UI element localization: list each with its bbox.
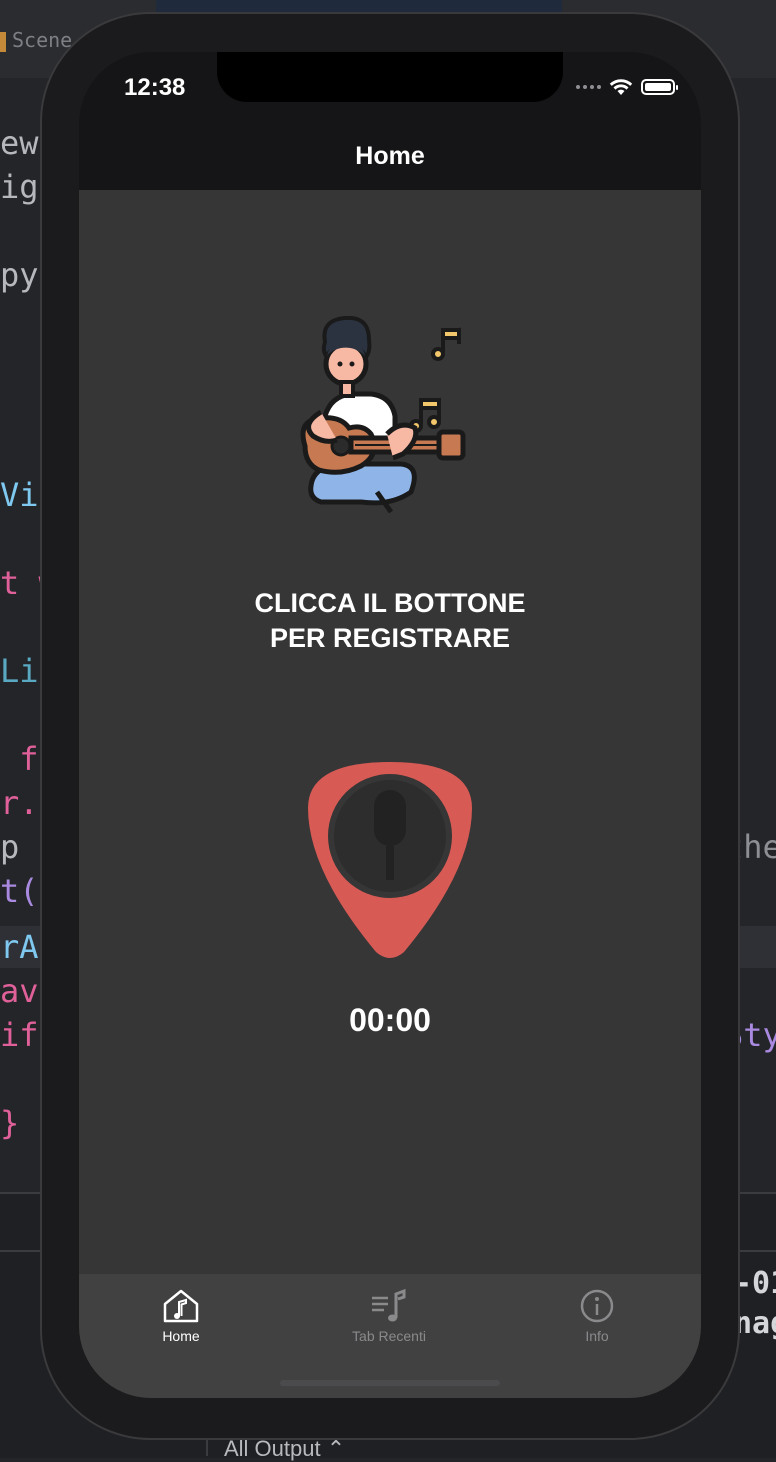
instruction-line-2: PER REGISTRARE <box>269 623 511 653</box>
tab-info-label: Info <box>585 1328 609 1344</box>
recording-timer: 00:00 <box>349 1002 431 1038</box>
tab-recenti-label: Tab Recenti <box>352 1328 426 1344</box>
tab-recenti[interactable]: Tab Recenti <box>319 1288 459 1344</box>
info-icon <box>580 1289 614 1323</box>
code-line: py <box>0 256 39 294</box>
scene-tab-label: Scene <box>12 28 73 52</box>
instruction-line-1: CLICCA IL BOTTONE <box>254 588 526 618</box>
navigation-bar: 12:38 Home <box>79 52 701 190</box>
wifi-icon <box>609 79 633 95</box>
tab-bar: Home Tab Recenti Info <box>79 1274 701 1398</box>
tab-info[interactable]: Info <box>527 1288 667 1344</box>
status-time: 12:38 <box>124 74 186 101</box>
tab-home-label: Home <box>162 1328 200 1344</box>
home-content: CLICCA IL BOTTONE PER REGISTRARE 00:00 <box>79 190 701 1274</box>
record-button[interactable] <box>306 760 474 960</box>
battery-icon <box>641 79 678 95</box>
status-indicators <box>576 78 678 96</box>
record-instruction: CLICCA IL BOTTONE PER REGISTRARE <box>79 586 701 656</box>
home-music-icon <box>163 1289 199 1323</box>
guitar-player-illustration <box>300 316 466 514</box>
tab-home[interactable]: Home <box>111 1288 251 1344</box>
code-line: if <box>0 1016 39 1054</box>
music-list-icon <box>372 1288 406 1322</box>
console-text: -01 <box>734 1266 776 1301</box>
scene-tab[interactable]: Scene <box>0 28 72 52</box>
home-indicator <box>280 1380 500 1386</box>
signal-icon <box>576 85 601 89</box>
console-text: nag <box>734 1306 776 1341</box>
notch <box>217 52 563 102</box>
phone-screen: 12:38 Home CLICCA IL BOTTONE PER REGISTR… <box>79 52 701 1398</box>
page-title: Home <box>355 142 425 170</box>
